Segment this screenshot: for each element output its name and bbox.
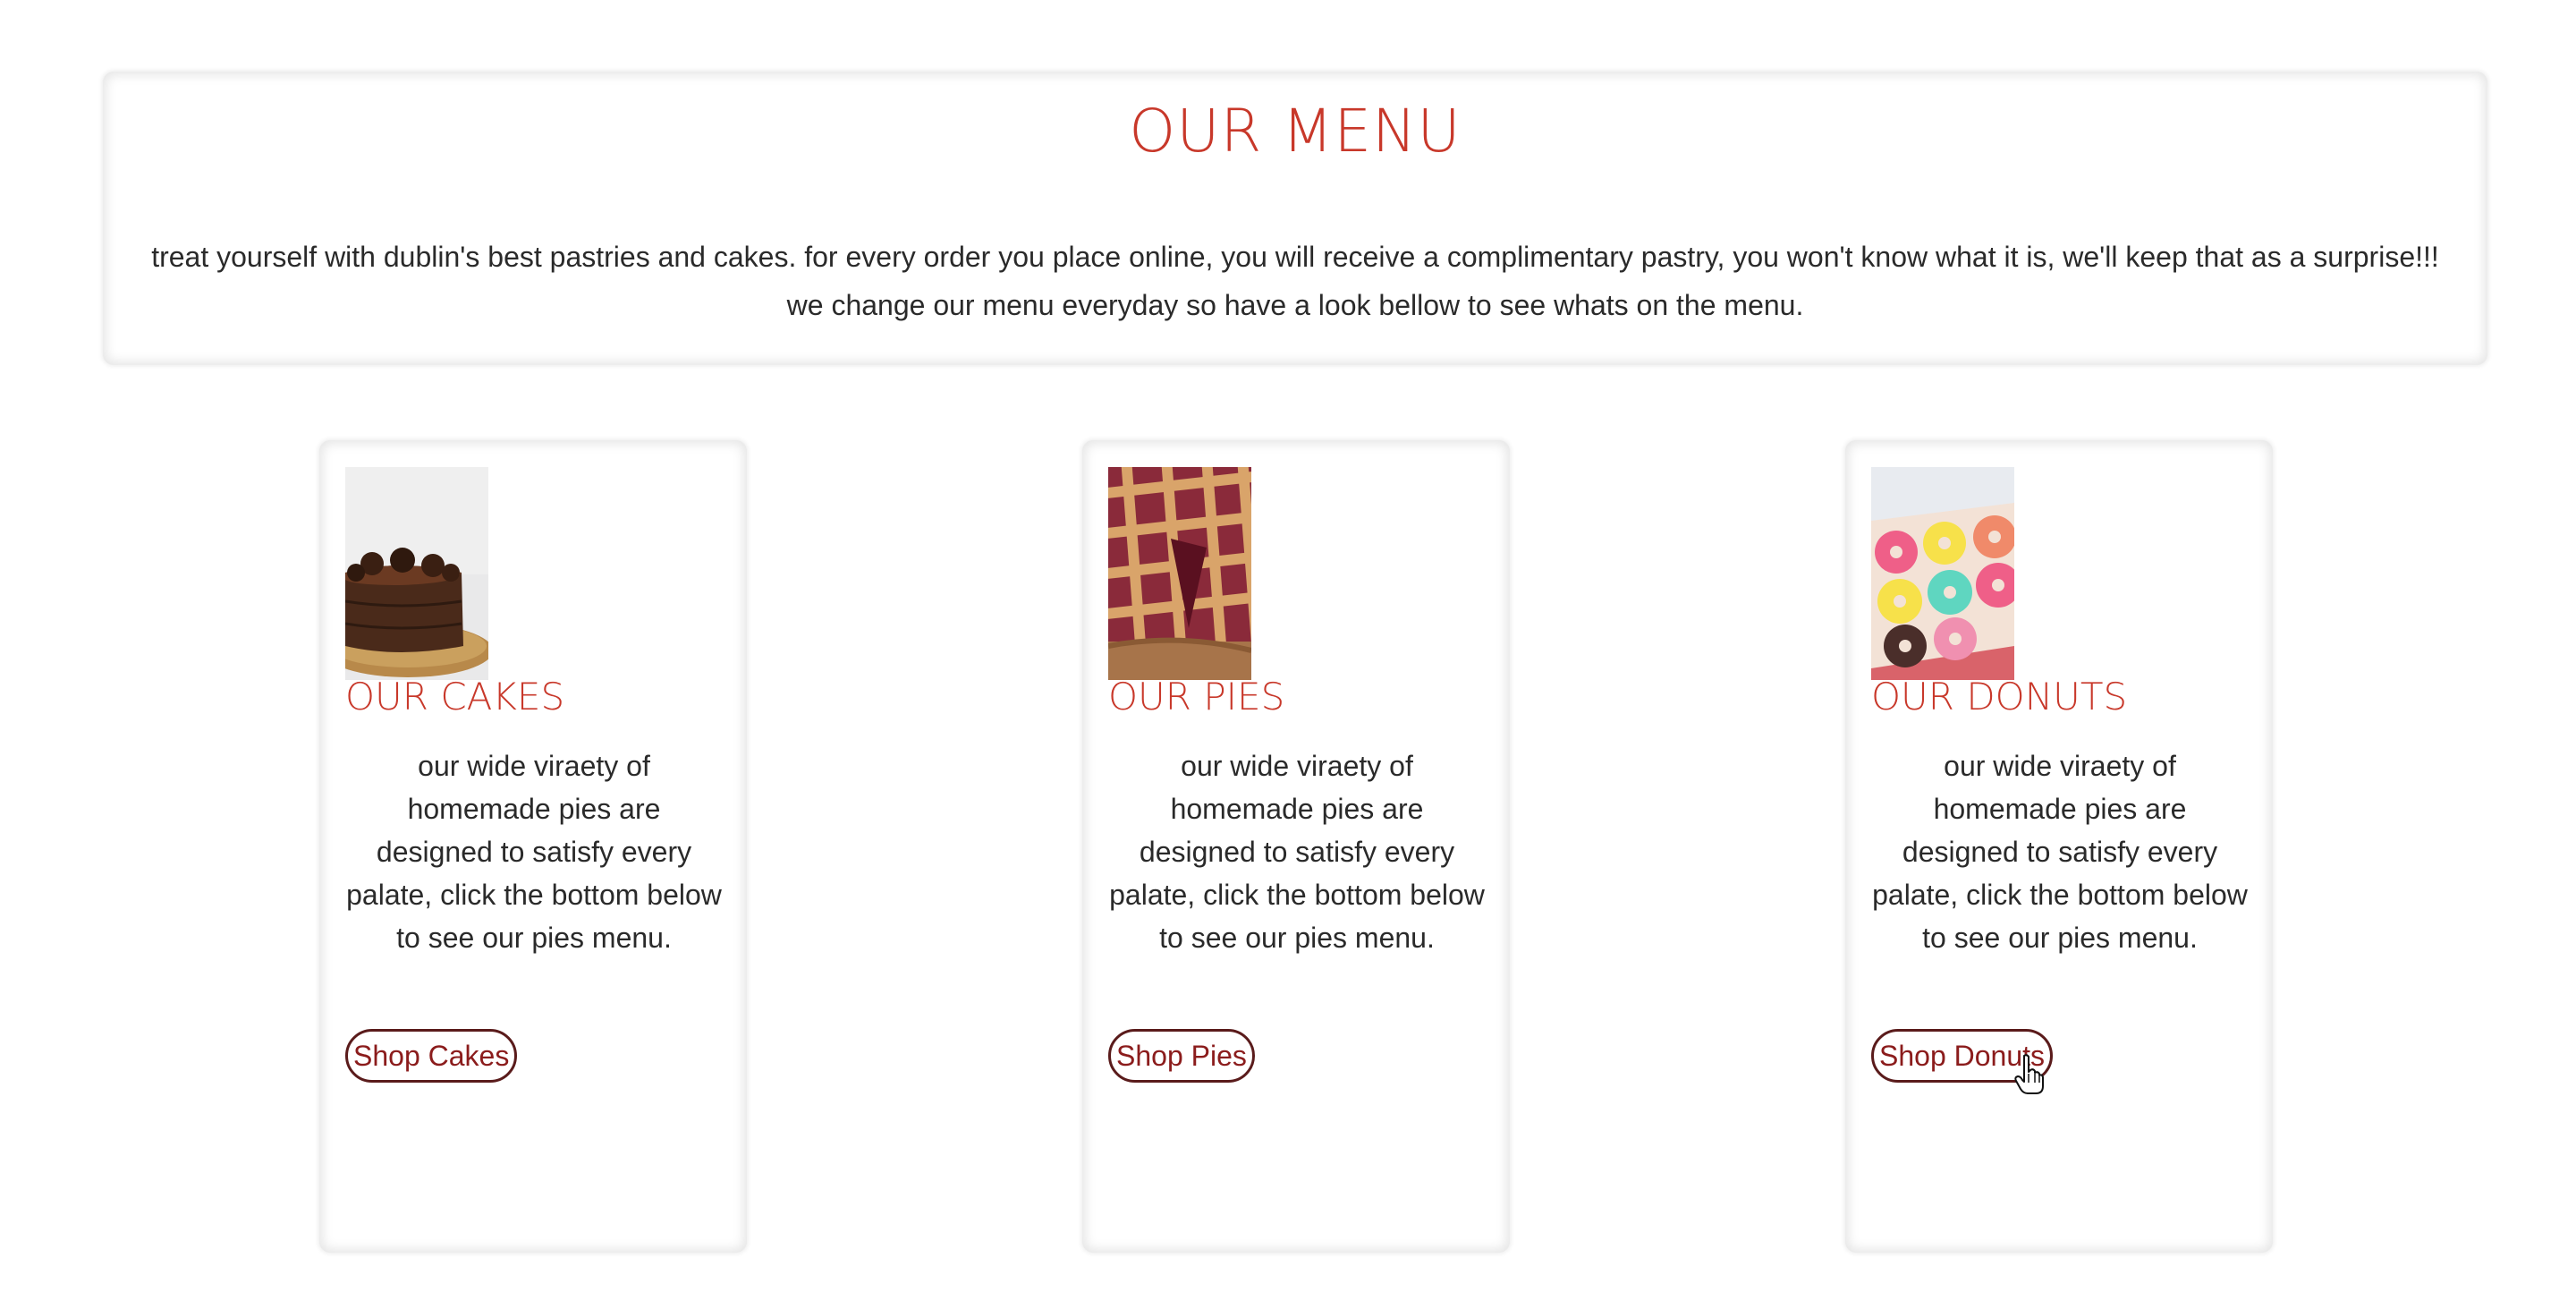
page-title: OUR MENU	[1129, 97, 1462, 166]
cakes-card: OUR CAKES our wide viraety of homemade p…	[319, 440, 747, 1253]
donuts-box-image	[1871, 467, 2014, 680]
shop-cakes-button[interactable]: Shop Cakes	[345, 1029, 518, 1083]
intro-text: treat yourself with dublin's best pastri…	[151, 240, 2439, 321]
donuts-card-title: OUR DONUTS	[1871, 675, 2128, 718]
menu-intro-panel: OUR MENU treat yourself with dublin's be…	[103, 72, 2487, 365]
chocolate-cake-image	[345, 467, 488, 680]
cakes-card-description: our wide viraety of homemade pies are de…	[346, 750, 722, 954]
pies-card: OUR PIES our wide viraety of homemade pi…	[1082, 440, 1510, 1253]
donuts-card: OUR DONUTS our wide viraety of homemade …	[1845, 440, 2273, 1253]
menu-page: OUR MENU treat yourself with dublin's be…	[0, 0, 2576, 1309]
shop-pies-button[interactable]: Shop Pies	[1108, 1029, 1255, 1083]
donuts-card-description: our wide viraety of homemade pies are de…	[1872, 750, 2248, 954]
lattice-pie-image	[1108, 467, 1251, 680]
hand-pointer-cursor-icon	[2014, 1054, 2045, 1095]
pies-card-description: our wide viraety of homemade pies are de…	[1109, 750, 1485, 954]
cakes-card-title: OUR CAKES	[345, 675, 565, 718]
pies-card-title: OUR PIES	[1108, 675, 1285, 718]
